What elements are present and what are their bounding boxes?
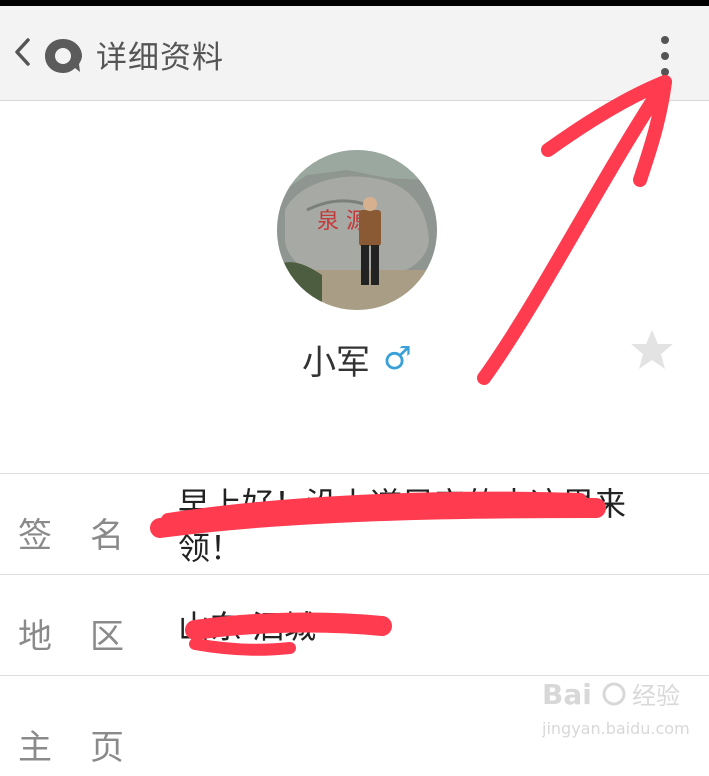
- male-icon: ♂: [383, 339, 412, 377]
- signature-value: 早上好！没上道早安的来这里来领！: [178, 485, 627, 567]
- region-label: 地区: [18, 617, 162, 657]
- more-vertical-icon[interactable]: [650, 30, 680, 82]
- chevron-left-icon[interactable]: [8, 32, 38, 72]
- watermark-brand: Bai: [542, 678, 592, 711]
- baidu-watermark: Bai 经验 jingyan.baidu.com: [542, 678, 690, 738]
- star-icon[interactable]: [628, 326, 676, 374]
- svg-text:经验: 经验: [632, 682, 680, 710]
- profile-name-row: 小军 ♂: [0, 335, 709, 385]
- avatar-photo: 泉 源: [277, 150, 437, 310]
- app-logo-icon: [45, 39, 82, 73]
- title-bar: 详细资料: [0, 6, 709, 101]
- homepage-label: 主页: [18, 728, 162, 768]
- region-row: 地区 山东 泗城: [0, 574, 709, 675]
- avatar[interactable]: 泉 源: [277, 150, 437, 310]
- profile-name: 小军: [302, 343, 370, 383]
- signature-label: 签名: [18, 516, 162, 556]
- signature-row: 签名 早上好！没上道早安的来这里来领！: [0, 473, 709, 574]
- watermark-url: jingyan.baidu.com: [542, 719, 690, 738]
- page-title: 详细资料: [96, 40, 224, 76]
- region-value: 山东 泗城: [178, 608, 317, 646]
